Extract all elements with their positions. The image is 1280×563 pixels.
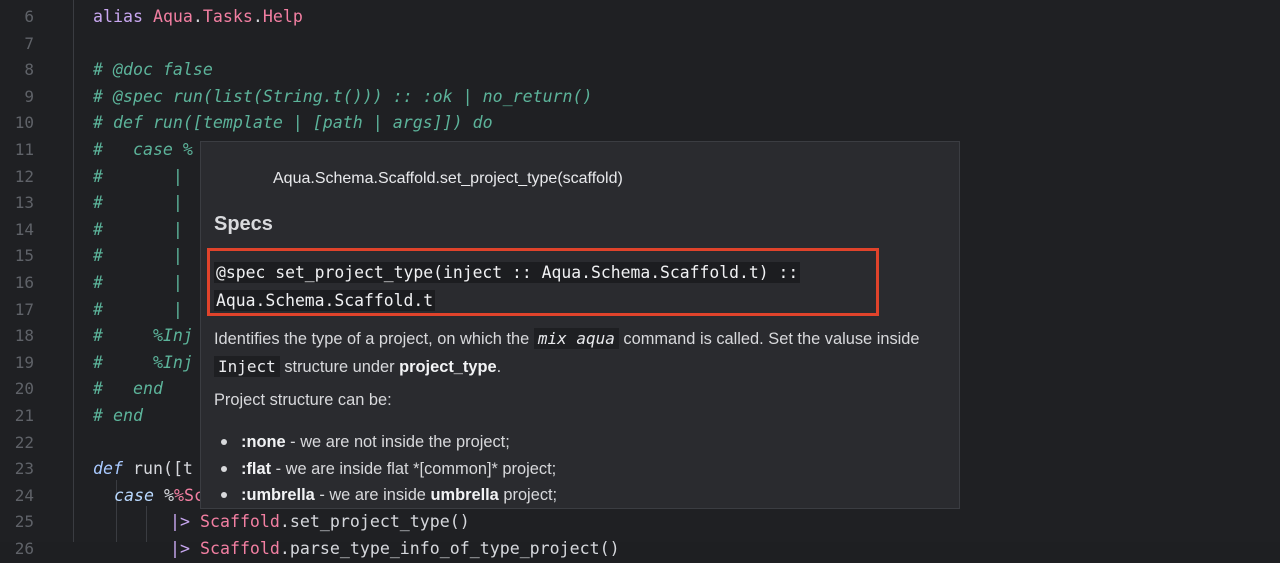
code-comment: # @doc false [93,60,213,80]
line-number: 7 [24,33,34,53]
code-line: 7 [0,31,1280,58]
code-line: 26 |> Scaffold.parse_type_info_of_type_p… [0,536,1280,563]
code-line: 25 |> Scaffold.set_project_type() [0,509,1280,536]
code-comment: # | [93,193,183,213]
code-text: |> Scaffold.set_project_type() [170,512,470,532]
code-comment: # | [93,166,183,186]
inline-code: Inject [214,356,280,377]
code-comment: # end [93,379,163,399]
line-number: 23 [14,459,34,479]
code-comment: # | [93,219,183,239]
code-comment: # | [93,246,183,266]
line-number: 10 [14,113,34,133]
hover-documentation-popup[interactable]: Aqua.Schema.Scaffold.set_project_type(sc… [200,141,960,509]
function-signature: Aqua.Schema.Scaffold.set_project_type(sc… [273,170,623,187]
bullet-icon [221,465,227,472]
line-number: 13 [14,193,34,213]
code-comment: # %Inj [93,326,193,346]
project-types-list: :none - we are not inside the project; :… [219,429,557,509]
line-number: 18 [14,326,34,346]
code-line: 10 # def run([template | [path | args]])… [0,110,1280,137]
code-comment: # %Inj [93,352,193,372]
code-comment: # case % [93,140,193,159]
description: Identifies the type of a project, on whi… [214,328,920,377]
bullet-icon [221,492,227,498]
code-text: def run([t [93,459,193,479]
code-text: alias Aqua.Tasks.Help [93,7,303,26]
specs-heading: Specs [214,213,273,235]
spec-code: @spec set_project_type(inject :: Aqua.Sc… [214,259,854,315]
code-text: |> Scaffold.parse_type_info_of_type_proj… [170,539,620,558]
line-number: 11 [14,140,34,159]
line-number: 22 [14,432,34,452]
line-number: 6 [24,7,34,26]
code-line: 9 # @spec run(list(String.t())) :: :ok |… [0,84,1280,111]
line-number: 21 [14,406,34,425]
line-number: 15 [14,246,34,266]
code-comment: # | [93,273,183,292]
line-number: 12 [14,166,34,186]
code-comment: # | [93,299,183,319]
code-comment: # def run([template | [path | args]]) do [93,113,493,133]
line-number: 17 [14,299,34,319]
line-number: 8 [24,60,34,80]
list-item: :umbrella - we are inside umbrella proje… [219,482,557,509]
line-number: 14 [14,219,34,239]
line-number: 19 [14,352,34,372]
code-comment: # end [93,406,143,425]
line-number: 16 [14,273,34,292]
spec-line: @spec set_project_type(inject :: Aqua.Sc… [214,262,801,283]
line-number: 25 [14,512,34,532]
code-comment: # @spec run(list(String.t())) :: :ok | n… [93,86,593,106]
code-text: case %%Sc [114,485,204,505]
spec-line: Aqua.Schema.Scaffold.t [214,290,436,311]
line-number: 9 [24,86,34,106]
line-number: 24 [14,485,34,505]
inline-code: mix aqua [533,328,619,349]
code-line: 8 # @doc false [0,57,1280,84]
line-number: 20 [14,379,34,399]
project-structure-text: Project structure can be: [214,391,392,409]
bullet-icon [221,439,227,445]
line-number: 26 [14,539,34,558]
list-item: :flat - we are inside flat *[common]* pr… [219,456,557,483]
list-item: :none - we are not inside the project; [219,429,557,456]
code-line: 6 alias Aqua.Tasks.Help [0,4,1280,31]
